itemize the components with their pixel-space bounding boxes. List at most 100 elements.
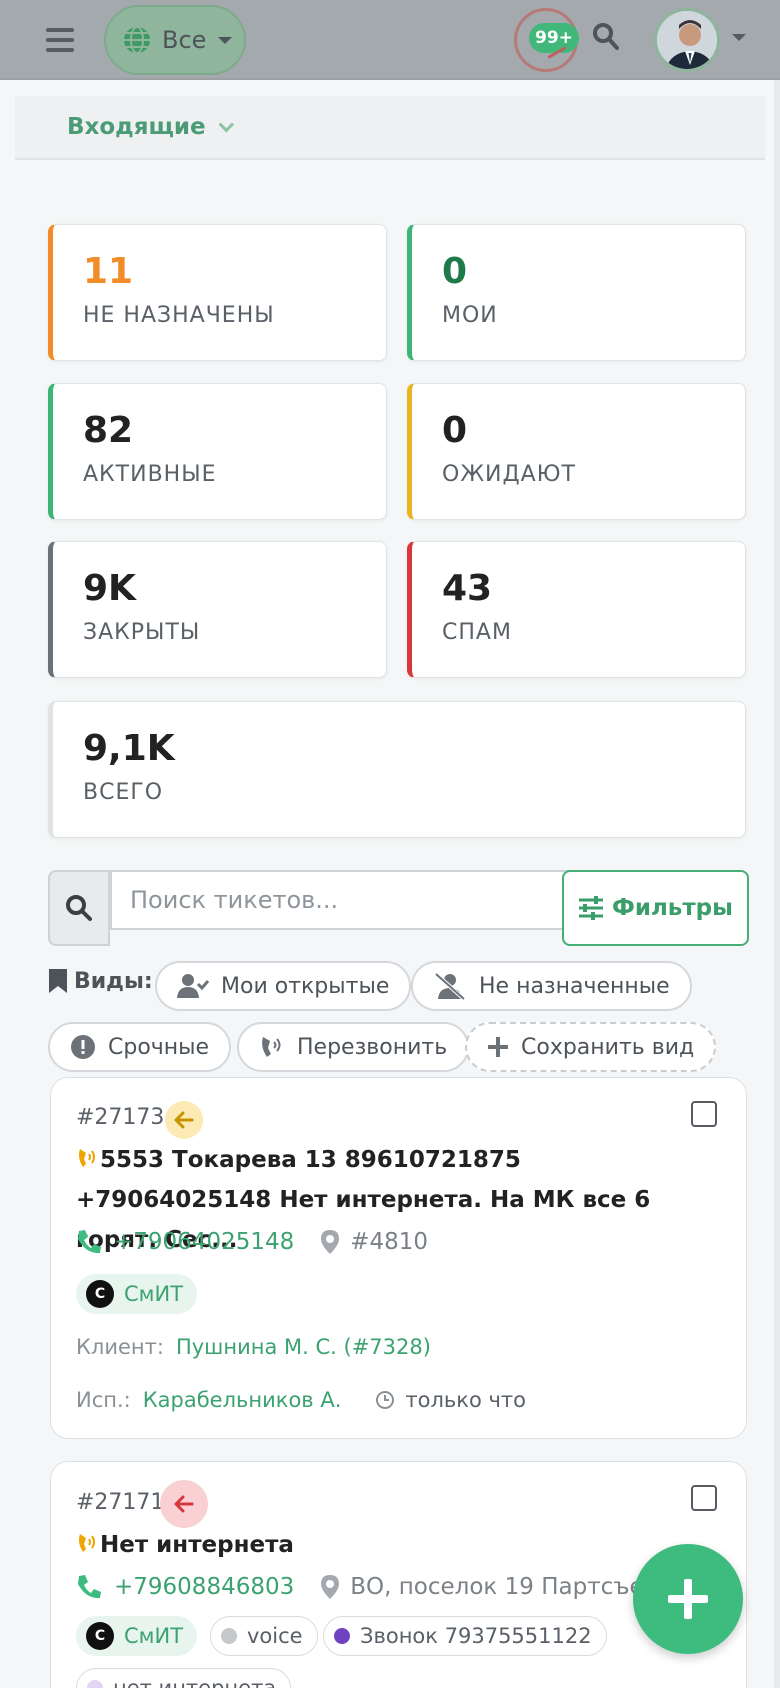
stat-label: НЕ НАЗНАЧЕНЫ bbox=[83, 303, 275, 328]
ticket-location: #4810 bbox=[350, 1229, 429, 1255]
ticket-phone[interactable]: +79608846803 bbox=[114, 1574, 294, 1600]
stat-card-waiting[interactable]: 0 ОЖИДАЮТ bbox=[407, 383, 746, 520]
stat-card-active[interactable]: 82 АКТИВНЫЕ bbox=[48, 383, 387, 520]
phone-icon bbox=[78, 1230, 101, 1254]
clock-icon bbox=[376, 1391, 395, 1409]
view-label: Срочные bbox=[108, 1034, 210, 1060]
ticket-subject[interactable]: Нет интернета bbox=[76, 1525, 716, 1565]
tag-label: СмИТ bbox=[124, 1624, 184, 1648]
notifications-badge: 99+ bbox=[529, 23, 579, 53]
company-logo: С bbox=[86, 1280, 114, 1308]
stat-label: ОЖИДАЮТ bbox=[442, 462, 576, 487]
save-view-label: Сохранить вид bbox=[521, 1034, 695, 1060]
tag-voice[interactable]: voice bbox=[210, 1616, 318, 1656]
assignee-key: Исп.: bbox=[76, 1388, 131, 1412]
search-icon[interactable] bbox=[48, 870, 110, 946]
tag-no-internet[interactable]: нет интернета bbox=[76, 1668, 292, 1688]
stat-card-spam[interactable]: 43 СПАМ bbox=[407, 541, 746, 678]
stat-value: 11 bbox=[83, 251, 134, 292]
view-label: Не назначенные bbox=[479, 973, 670, 999]
ticket-time: только что bbox=[405, 1388, 526, 1412]
filters-label: Фильтры bbox=[612, 895, 733, 921]
client-key: Клиент: bbox=[76, 1335, 164, 1359]
ticket-card[interactable]: #27173 5553 Токарева 13 89610721875 +790… bbox=[50, 1077, 747, 1439]
ticket-number: #27171 bbox=[76, 1490, 165, 1515]
tag-label: voice bbox=[247, 1624, 303, 1648]
menu-icon[interactable] bbox=[46, 28, 74, 52]
ticket-assignee-row: Исп.: Карабельников А. только что bbox=[76, 1388, 526, 1412]
chevron-down-icon bbox=[218, 116, 234, 132]
view-urgent[interactable]: Срочные bbox=[48, 1022, 232, 1072]
tag-call[interactable]: Звонок 79375551122 bbox=[323, 1616, 607, 1656]
plus-icon bbox=[488, 1037, 508, 1057]
ticket-assignee[interactable]: Карабельников А. bbox=[143, 1388, 342, 1412]
ticket-checkbox[interactable] bbox=[691, 1101, 717, 1127]
ticket-contact-row: +79064025148 #4810 bbox=[76, 1229, 428, 1255]
avatar[interactable] bbox=[654, 8, 720, 72]
scope-label: Все bbox=[162, 26, 207, 54]
stat-label: МОИ bbox=[442, 303, 498, 328]
views-header: Виды: bbox=[48, 968, 153, 994]
filters-button[interactable]: Фильтры bbox=[562, 870, 749, 946]
chevron-down-icon bbox=[218, 36, 233, 44]
exclamation-circle-icon bbox=[71, 1035, 95, 1059]
incoming-arrow-icon bbox=[165, 1101, 203, 1139]
view-my-open[interactable]: Мои открытые bbox=[155, 961, 412, 1011]
stat-card-unassigned[interactable]: 11 НЕ НАЗНАЧЕНЫ bbox=[48, 224, 387, 361]
stat-value: 0 bbox=[442, 410, 468, 451]
ticket-client[interactable]: Пушнина М. С. (#7328) bbox=[176, 1335, 431, 1359]
view-callback[interactable]: Перезвонить bbox=[237, 1022, 470, 1072]
phone-volume-icon bbox=[262, 1037, 281, 1057]
stat-card-closed[interactable]: 9K ЗАКРЫТЫ bbox=[48, 541, 387, 678]
notifications-button[interactable]: 99+ bbox=[514, 8, 579, 72]
views-label: Виды: bbox=[74, 968, 153, 994]
chevron-down-icon[interactable] bbox=[732, 34, 746, 41]
map-marker-icon bbox=[321, 1575, 340, 1599]
phone-volume-icon bbox=[79, 1534, 95, 1552]
user-slash-icon bbox=[434, 972, 466, 1000]
view-label: Перезвонить bbox=[297, 1034, 448, 1060]
company-logo: С bbox=[86, 1622, 114, 1650]
stat-value: 0 bbox=[442, 251, 468, 292]
tag-color-dot bbox=[334, 1628, 350, 1644]
scope-selector[interactable]: Все bbox=[104, 5, 246, 75]
inbox-selector[interactable]: Входящие bbox=[15, 96, 765, 160]
stat-label: СПАМ bbox=[442, 620, 512, 645]
tag-company[interactable]: С СмИТ bbox=[76, 1616, 198, 1656]
scrollbar[interactable] bbox=[774, 80, 780, 1688]
search-icon[interactable] bbox=[592, 22, 620, 52]
stat-label: ВСЕГО bbox=[83, 780, 164, 805]
ticket-checkbox[interactable] bbox=[691, 1485, 717, 1511]
user-check-icon bbox=[177, 974, 209, 998]
stat-value: 43 bbox=[442, 568, 493, 609]
plus-icon bbox=[668, 1579, 708, 1619]
stat-value: 9,1K bbox=[83, 728, 175, 769]
top-bar: Все 99+ bbox=[0, 0, 780, 80]
ticket-phone[interactable]: +79064025148 bbox=[114, 1229, 294, 1255]
ticket-number: #27173 bbox=[76, 1105, 165, 1130]
save-view-button[interactable]: Сохранить вид bbox=[465, 1022, 717, 1072]
tag-color-dot bbox=[87, 1680, 103, 1688]
globe-icon bbox=[124, 26, 150, 54]
view-label: Мои открытые bbox=[221, 973, 390, 999]
stat-value: 9K bbox=[83, 568, 136, 609]
tag-company[interactable]: С СмИТ bbox=[76, 1274, 198, 1314]
map-marker-icon bbox=[321, 1230, 340, 1254]
search-input[interactable]: Поиск тикетов... bbox=[110, 870, 594, 930]
sliders-icon bbox=[579, 896, 604, 920]
tag-label: нет интернета bbox=[113, 1676, 277, 1688]
view-unassigned[interactable]: Не назначенные bbox=[411, 961, 692, 1011]
stat-label: ЗАКРЫТЫ bbox=[83, 620, 201, 645]
tag-label: Звонок 79375551122 bbox=[360, 1624, 592, 1648]
user-photo bbox=[657, 11, 717, 69]
create-ticket-button[interactable] bbox=[633, 1544, 743, 1654]
stat-card-total[interactable]: 9,1K ВСЕГО bbox=[48, 701, 746, 838]
ticket-client-row: Клиент: Пушнина М. С. (#7328) bbox=[76, 1335, 431, 1359]
bookmark-icon bbox=[49, 969, 67, 993]
phone-volume-icon bbox=[79, 1149, 95, 1167]
inbox-label: Входящие bbox=[67, 114, 206, 140]
stat-label: АКТИВНЫЕ bbox=[83, 462, 217, 487]
ticket-subject-text: Нет интернета bbox=[100, 1532, 294, 1558]
stat-card-mine[interactable]: 0 МОИ bbox=[407, 224, 746, 361]
phone-icon bbox=[78, 1575, 101, 1599]
